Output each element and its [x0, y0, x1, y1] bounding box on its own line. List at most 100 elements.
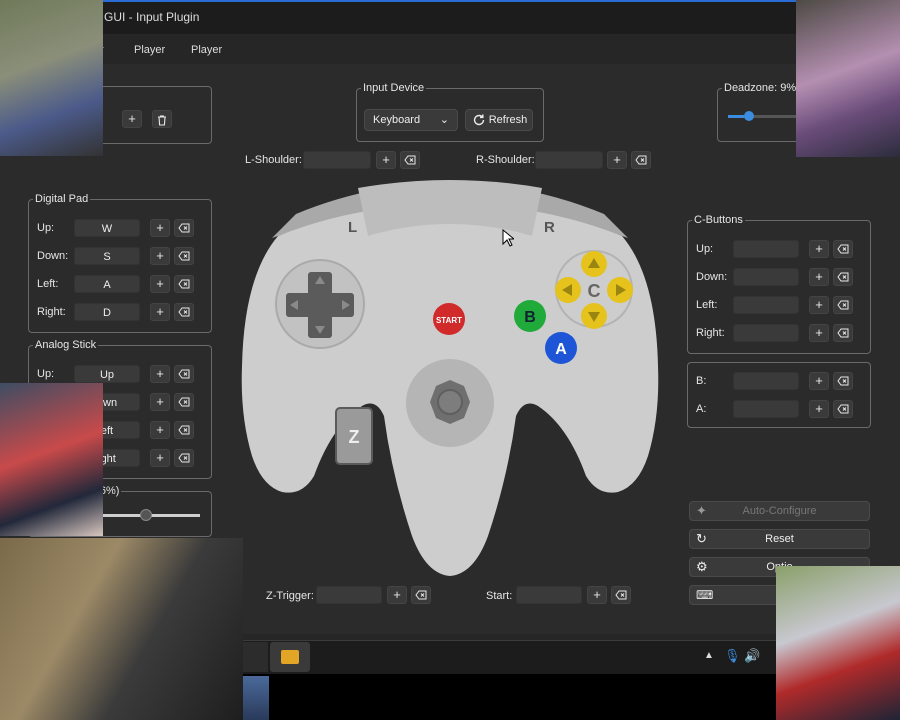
backspace-icon	[178, 369, 190, 379]
analog-add-button-0[interactable]: +	[150, 365, 170, 383]
r-shoulder-add-button[interactable]: +	[607, 151, 627, 169]
analog-clear-button-0[interactable]	[174, 365, 194, 383]
ab-button-clear-button-1[interactable]	[833, 400, 853, 418]
ab-button-label-1: A:	[696, 403, 707, 415]
c-button-add-button-0[interactable]: +	[809, 240, 829, 258]
dpad-field-3[interactable]: D	[74, 303, 140, 321]
z-trigger-field[interactable]	[316, 586, 382, 604]
reset-label: Reset	[765, 533, 794, 545]
ab-button-add-button-0[interactable]: +	[809, 372, 829, 390]
start-field[interactable]	[516, 586, 582, 604]
c-button-clear-button-2[interactable]	[833, 296, 853, 314]
tab-player-4[interactable]: Player 4	[191, 38, 222, 80]
plus-icon: +	[815, 297, 823, 312]
c-button-clear-button-3[interactable]	[833, 324, 853, 342]
ab-button-add-button-1[interactable]: +	[809, 400, 829, 418]
ab-button-clear-button-0[interactable]	[833, 372, 853, 390]
dpad-field-2[interactable]: A	[74, 275, 140, 293]
dpad-field-0[interactable]: W	[74, 219, 140, 237]
taskbar-app-button[interactable]	[242, 642, 268, 672]
tab-player-3[interactable]: Player 3	[134, 38, 165, 80]
c-button-add-button-1[interactable]: +	[809, 268, 829, 286]
microphone-icon[interactable]: 🎙	[724, 648, 741, 664]
plus-icon: +	[156, 220, 164, 235]
plus-icon: +	[815, 401, 823, 416]
c-button-label-1: Down:	[696, 271, 728, 283]
dpad-label-1: Down:	[37, 250, 69, 262]
dpad-add-button-2[interactable]: +	[150, 275, 170, 293]
c-button-add-button-2[interactable]: +	[809, 296, 829, 314]
start-clear-button[interactable]	[611, 586, 631, 604]
delete-profile-button[interactable]	[152, 110, 172, 128]
analog-label-0: Up:	[37, 368, 55, 380]
c-button-add-button-3[interactable]: +	[809, 324, 829, 342]
auto-configure-button[interactable]: ✦ Auto-Configure	[689, 501, 870, 521]
analog-clear-button-1[interactable]	[174, 393, 194, 411]
overlay-photo-mid-left	[0, 383, 103, 536]
backspace-icon	[178, 223, 190, 233]
add-profile-button[interactable]: +	[122, 110, 142, 128]
r-shoulder-field[interactable]	[535, 151, 603, 169]
plus-icon: +	[382, 152, 390, 167]
l-shoulder-clear-button[interactable]	[400, 151, 420, 169]
dpad-label-2: Left:	[37, 278, 59, 290]
gamepad-icon: ⌨	[696, 588, 714, 602]
deadzone-slider-track[interactable]	[728, 115, 798, 118]
backspace-icon	[178, 251, 190, 261]
dpad-clear-button-1[interactable]	[174, 247, 194, 265]
plus-icon: +	[613, 152, 621, 167]
ab-button-field-1[interactable]	[733, 400, 799, 418]
ab-button-field-0[interactable]	[733, 372, 799, 390]
plus-icon: +	[156, 450, 164, 465]
dpad-add-button-0[interactable]: +	[150, 219, 170, 237]
c-button-field-2[interactable]	[733, 296, 799, 314]
plus-icon: +	[156, 276, 164, 291]
dpad-clear-button-2[interactable]	[174, 275, 194, 293]
c-button-clear-button-1[interactable]	[833, 268, 853, 286]
c-button-field-1[interactable]	[733, 268, 799, 286]
reset-button[interactable]: ↻ Reset	[689, 529, 870, 549]
dpad-field-1[interactable]: S	[74, 247, 140, 265]
z-trigger-add-button[interactable]: +	[387, 586, 407, 604]
auto-configure-label: Auto-Configure	[742, 505, 817, 517]
z-trigger-clear-button[interactable]	[411, 586, 431, 604]
backspace-icon	[415, 590, 427, 600]
dpad-add-button-1[interactable]: +	[150, 247, 170, 265]
refresh-button[interactable]: Refresh	[465, 109, 533, 131]
b-text: B	[524, 309, 536, 326]
plus-icon: +	[815, 373, 823, 388]
start-add-button[interactable]: +	[587, 586, 607, 604]
speaker-icon[interactable]: 🔊	[744, 648, 760, 664]
analog-add-button-2[interactable]: +	[150, 421, 170, 439]
c-button-label-3: Right:	[696, 327, 725, 339]
analog-add-button-1[interactable]: +	[150, 393, 170, 411]
c-button-field-3[interactable]	[733, 324, 799, 342]
input-device-value: Keyboard	[373, 114, 421, 126]
c-button-clear-button-0[interactable]	[833, 240, 853, 258]
chevron-up-icon[interactable]: ▲	[704, 650, 714, 661]
taskbar-app-button-active[interactable]	[270, 642, 310, 672]
analog-field-0[interactable]: Up	[74, 365, 140, 383]
app-icon	[281, 650, 299, 664]
analog-clear-button-3[interactable]	[174, 449, 194, 467]
backspace-icon	[837, 328, 849, 338]
backspace-icon	[178, 307, 190, 317]
backspace-icon	[837, 244, 849, 254]
l-shoulder-field[interactable]	[303, 151, 371, 169]
dpad-add-button-3[interactable]: +	[150, 303, 170, 321]
c-button-field-0[interactable]	[733, 240, 799, 258]
range-slider-handle[interactable]	[139, 509, 152, 521]
input-device-select[interactable]: Keyboard ⌄	[364, 109, 458, 131]
analog-add-button-3[interactable]: +	[150, 449, 170, 467]
digital-pad-legend: Digital Pad	[35, 193, 89, 205]
controller-body	[241, 180, 659, 576]
backspace-icon	[837, 272, 849, 282]
overlay-photo-small	[243, 676, 269, 720]
dpad-clear-button-0[interactable]	[174, 219, 194, 237]
analog-clear-button-2[interactable]	[174, 421, 194, 439]
dpad-clear-button-3[interactable]	[174, 303, 194, 321]
l-shoulder-add-button[interactable]: +	[376, 151, 396, 169]
r-shoulder-clear-button[interactable]	[631, 151, 651, 169]
r-shoulder-label: R-Shoulder:	[476, 154, 535, 166]
ab-button-label-0: B:	[696, 375, 707, 387]
